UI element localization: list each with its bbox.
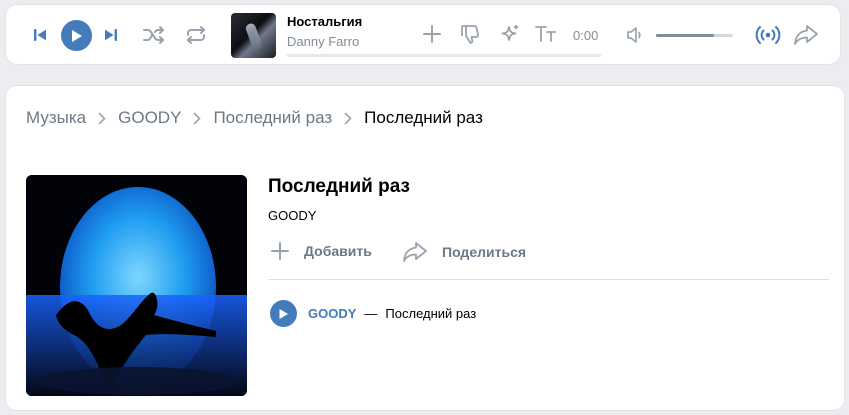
prev-icon bbox=[34, 29, 46, 41]
dislike-button[interactable] bbox=[458, 22, 482, 46]
track-progress-bar[interactable] bbox=[287, 54, 601, 57]
divider bbox=[268, 279, 829, 280]
current-track-cover[interactable] bbox=[231, 13, 276, 58]
next-icon bbox=[105, 29, 117, 41]
share-album-label: Поделиться bbox=[442, 244, 527, 260]
add-track-button[interactable] bbox=[421, 23, 443, 45]
chevron-right-icon bbox=[344, 112, 352, 125]
shuffle-button[interactable] bbox=[142, 24, 166, 46]
breadcrumb-artist[interactable]: GOODY bbox=[118, 108, 181, 128]
add-icon bbox=[423, 25, 441, 43]
share-icon bbox=[794, 25, 818, 45]
recommendations-button[interactable] bbox=[498, 22, 522, 46]
add-album-button[interactable]: Добавить bbox=[270, 241, 372, 261]
lyrics-button[interactable] bbox=[534, 22, 558, 46]
breadcrumb-current: Последний раз bbox=[364, 108, 483, 127]
track-artist[interactable]: GOODY bbox=[308, 306, 356, 321]
track-play-button[interactable] bbox=[270, 300, 297, 327]
repeat-icon bbox=[187, 26, 205, 44]
current-track-title[interactable]: Ностальгия bbox=[287, 14, 362, 29]
volume-button[interactable] bbox=[625, 24, 647, 46]
breadcrumb-music[interactable]: Музыка bbox=[26, 108, 86, 128]
next-track-button[interactable] bbox=[103, 27, 119, 43]
breadcrumb: Музыка GOODY Последний раз Последний раз bbox=[26, 108, 483, 128]
share-icon bbox=[403, 242, 427, 262]
play-icon bbox=[72, 29, 82, 42]
current-track-artist[interactable]: Danny Farro bbox=[287, 34, 359, 49]
play-button[interactable] bbox=[61, 20, 92, 51]
track-title: Последний раз bbox=[385, 306, 477, 321]
text-size-icon bbox=[535, 26, 556, 42]
track-separator: — bbox=[364, 306, 378, 321]
breadcrumb-album[interactable]: Последний раз bbox=[213, 108, 332, 128]
volume-slider-fill bbox=[656, 34, 714, 37]
track-row[interactable]: GOODY — Последний раз bbox=[270, 300, 476, 327]
prev-track-button[interactable] bbox=[32, 27, 48, 43]
play-icon bbox=[279, 308, 288, 319]
album-title: Последний раз bbox=[268, 176, 410, 197]
album-page: Музыка GOODY Последний раз Последний раз bbox=[5, 85, 845, 411]
add-icon bbox=[271, 242, 289, 260]
share-album-button[interactable]: Поделиться bbox=[402, 241, 526, 263]
chevron-right-icon bbox=[98, 112, 106, 125]
album-cover[interactable] bbox=[26, 175, 247, 396]
sparkle-icon bbox=[501, 25, 518, 41]
broadcast-icon bbox=[755, 26, 781, 44]
album-cover-art bbox=[26, 175, 247, 396]
playback-time: 0:00 bbox=[573, 28, 599, 43]
volume-slider[interactable] bbox=[656, 34, 733, 37]
audio-player-bar: Ностальгия Danny Farro 0:00 bbox=[5, 4, 841, 65]
share-track-button[interactable] bbox=[793, 23, 819, 47]
album-artist[interactable]: GOODY bbox=[268, 208, 316, 223]
broadcast-button[interactable] bbox=[754, 23, 782, 47]
dislike-icon bbox=[461, 25, 479, 44]
chevron-right-icon bbox=[193, 112, 202, 125]
add-album-label: Добавить bbox=[304, 243, 372, 259]
repeat-button[interactable] bbox=[184, 24, 208, 46]
shuffle-icon bbox=[143, 26, 164, 44]
volume-icon bbox=[627, 27, 641, 43]
